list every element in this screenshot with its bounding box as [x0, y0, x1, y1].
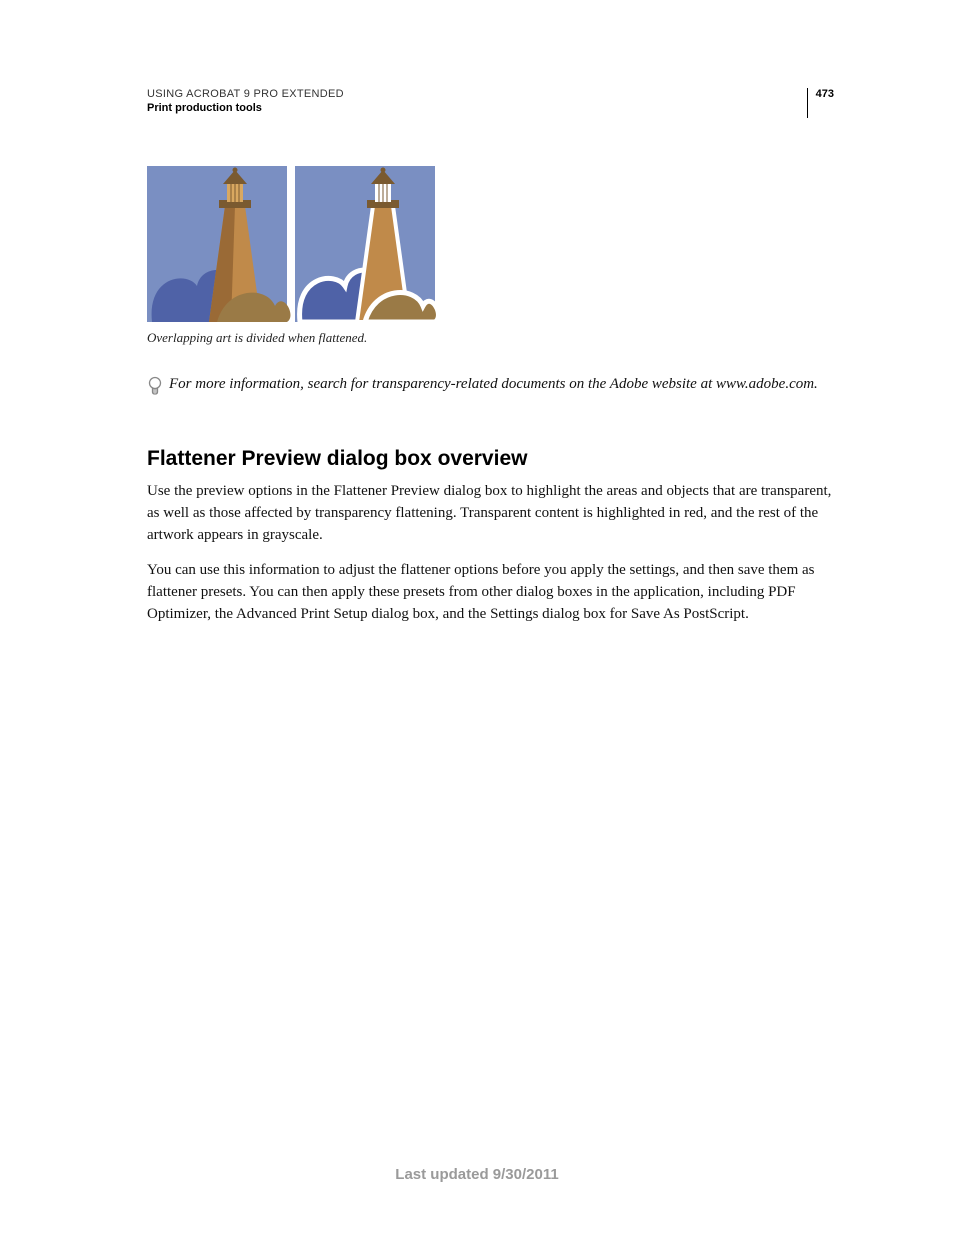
body-paragraph-1: Use the preview options in the Flattener…: [147, 481, 834, 546]
lighthouse-illustration: [147, 166, 437, 322]
document-page: USING ACROBAT 9 PRO EXTENDED Print produ…: [0, 0, 954, 626]
page-number-wrap: 473: [807, 88, 834, 118]
tip-text: For more information, search for transpa…: [169, 374, 818, 395]
body-paragraph-2: You can use this information to adjust t…: [147, 560, 834, 625]
header-left: USING ACROBAT 9 PRO EXTENDED Print produ…: [147, 88, 344, 114]
figure-caption: Overlapping art is divided when flattene…: [147, 330, 834, 346]
tip-row: For more information, search for transpa…: [147, 374, 834, 403]
page-number: 473: [816, 88, 834, 100]
document-title: USING ACROBAT 9 PRO EXTENDED: [147, 88, 344, 100]
heading-flattener-preview: Flattener Preview dialog box overview: [147, 447, 834, 471]
section-title: Print production tools: [147, 102, 344, 114]
page-header: USING ACROBAT 9 PRO EXTENDED Print produ…: [147, 88, 834, 118]
figure-lighthouse: [147, 166, 834, 322]
page-footer: Last updated 9/30/2011: [0, 1166, 954, 1183]
lightbulb-icon: [147, 376, 163, 403]
